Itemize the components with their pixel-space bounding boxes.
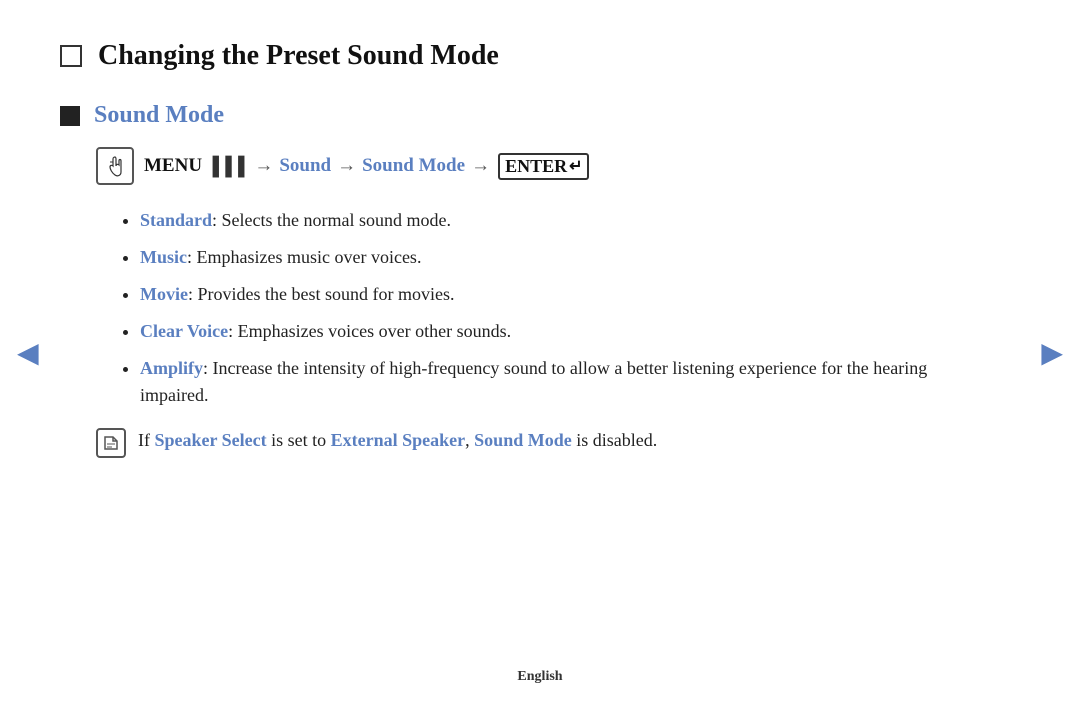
term-music: Music [140, 247, 187, 267]
section-title: Sound Mode [94, 102, 224, 129]
note-external-speaker: External Speaker [331, 430, 466, 450]
desc-clear-voice: : Emphasizes voices over other sounds. [228, 321, 511, 341]
note-part2: is set to [267, 430, 331, 450]
arrow-1: → [254, 155, 273, 177]
arrow-3: → [471, 155, 490, 177]
list-item-clear-voice: Clear Voice: Emphasizes voices over othe… [140, 318, 1000, 345]
checkbox-icon [60, 45, 82, 67]
desc-music: : Emphasizes music over voices. [187, 247, 421, 267]
note-part1: If [138, 430, 155, 450]
list-item-music: Music: Emphasizes music over voices. [140, 244, 1000, 271]
features-list: Standard: Selects the normal sound mode.… [140, 207, 1000, 409]
nav-left-arrow[interactable]: ◄ [10, 332, 46, 374]
note-sound-mode: Sound Mode [474, 430, 572, 450]
sound-mode-nav-item: Sound Mode [362, 155, 465, 177]
note-row: If Speaker Select is set to External Spe… [96, 427, 1000, 458]
list-item-amplify: Amplify: Increase the intensity of high-… [140, 355, 1000, 409]
menu-hand-icon [96, 147, 134, 185]
enter-arrow-icon: ↵ [569, 156, 582, 176]
main-title-text: Changing the Preset Sound Mode [98, 40, 499, 72]
list-item-standard: Standard: Selects the normal sound mode. [140, 207, 1000, 234]
term-clear-voice: Clear Voice [140, 321, 228, 341]
square-bullet-icon [60, 106, 80, 126]
menu-icon-symbol: ▐▐▐ [206, 156, 244, 177]
note-speaker-select: Speaker Select [155, 430, 267, 450]
enter-button-label: ENTER↵ [498, 153, 589, 180]
section-header: Sound Mode [60, 102, 1000, 129]
desc-amplify: : Increase the intensity of high-frequen… [140, 358, 927, 405]
enter-text: ENTER [505, 156, 567, 177]
desc-standard: : Selects the normal sound mode. [212, 210, 451, 230]
menu-navigation-row: MENU ▐▐▐ → Sound → Sound Mode → ENTER↵ [96, 147, 1000, 185]
term-movie: Movie [140, 284, 188, 304]
footer-text: English [517, 669, 562, 685]
main-title-row: Changing the Preset Sound Mode [60, 40, 1000, 72]
desc-movie: : Provides the best sound for movies. [188, 284, 454, 304]
menu-label: MENU [144, 155, 202, 177]
note-part3: , [465, 430, 474, 450]
arrow-2: → [337, 155, 356, 177]
nav-right-arrow[interactable]: ► [1034, 332, 1070, 374]
list-item-movie: Movie: Provides the best sound for movie… [140, 281, 1000, 308]
term-standard: Standard [140, 210, 212, 230]
sound-nav-item: Sound [279, 155, 331, 177]
note-part4: is disabled. [572, 430, 658, 450]
note-text: If Speaker Select is set to External Spe… [138, 427, 657, 454]
note-icon [96, 428, 126, 458]
term-amplify: Amplify [140, 358, 203, 378]
